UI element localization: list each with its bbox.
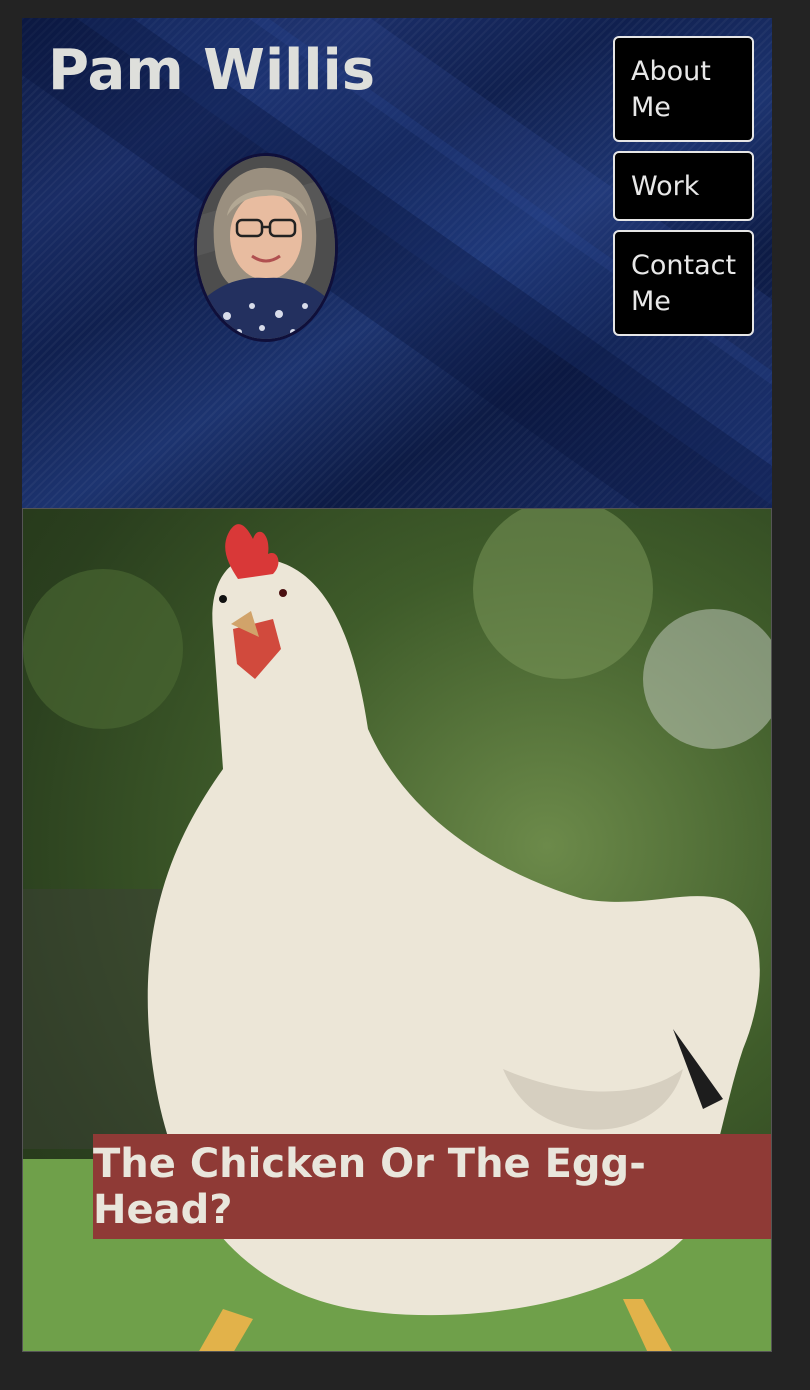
page-frame: Pam Willis About Me Work Contact Me The …	[22, 18, 772, 1352]
site-header: Pam Willis About Me Work Contact Me	[22, 18, 772, 508]
nav-work-button[interactable]: Work	[613, 151, 754, 221]
nav-contact-me-button[interactable]: Contact Me	[613, 230, 754, 336]
main-nav: About Me Work Contact Me	[613, 36, 754, 345]
hero-section: The Chicken Or The Egg-Head?	[22, 508, 772, 1352]
profile-photo	[194, 153, 338, 342]
nav-about-me-button[interactable]: About Me	[613, 36, 754, 142]
hero-caption: The Chicken Or The Egg-Head?	[93, 1140, 646, 1233]
profile-photo-image	[197, 156, 335, 339]
site-title: Pam Willis	[48, 38, 376, 103]
hero-caption-banner: The Chicken Or The Egg-Head?	[93, 1134, 771, 1239]
